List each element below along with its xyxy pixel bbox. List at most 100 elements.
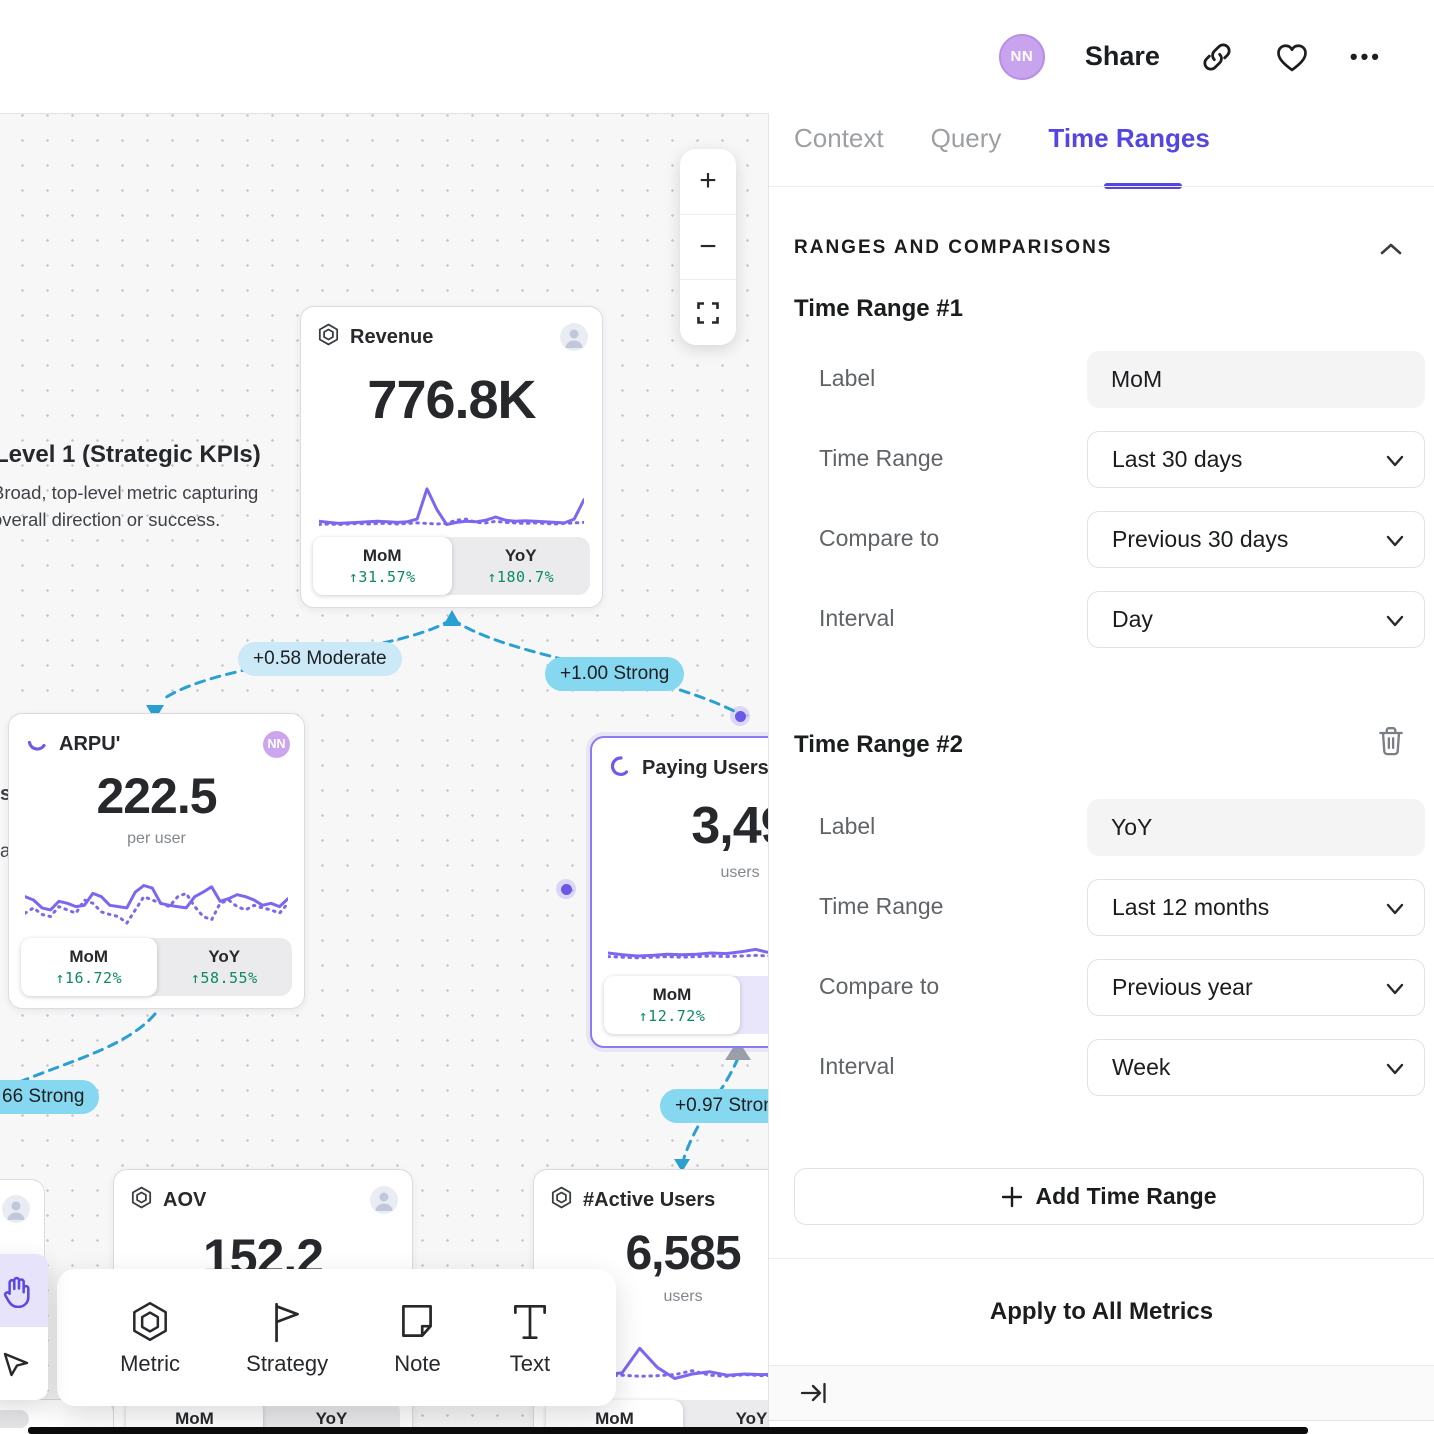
hand-icon xyxy=(0,1274,33,1308)
range-toggle: MoM ↑16.72% YoY ↑58.55% xyxy=(21,938,292,996)
metric-card-paying-users[interactable]: Paying Users' 3,49 users MoM ↑12.72% xyxy=(590,736,768,1048)
cursor-icon xyxy=(0,1348,32,1380)
correlation-badge[interactable]: +0.97 Strong xyxy=(660,1089,768,1123)
label-input[interactable]: YoY xyxy=(1087,799,1425,856)
level-note-title: Level 1 (Strategic KPIs) xyxy=(0,441,261,469)
correlation-badge[interactable]: +0.58 Moderate xyxy=(238,642,402,676)
connection-handle[interactable] xyxy=(730,706,750,726)
field-label: Compare to xyxy=(819,973,939,1000)
flag-icon xyxy=(264,1299,310,1345)
metric-unit: per user xyxy=(9,830,304,848)
metric-unit: users xyxy=(592,864,768,882)
insert-toolbar: Metric Strategy Note Text xyxy=(57,1269,616,1406)
tab-context[interactable]: Context xyxy=(794,123,884,154)
range-toggle: MoM ↑12.72% xyxy=(604,976,768,1034)
toggle-mom[interactable]: MoM ↑31.57% xyxy=(313,537,452,595)
interval-select[interactable]: Day xyxy=(1087,591,1425,648)
chevron-down-icon xyxy=(1386,894,1404,921)
metric-hexagon-icon xyxy=(130,1186,153,1214)
panel-tabs: Context Query Time Ranges xyxy=(794,123,1210,154)
user-avatar[interactable]: NN xyxy=(999,34,1045,80)
add-time-range-button[interactable]: Add Time Range xyxy=(794,1168,1424,1225)
chevron-down-icon xyxy=(1386,974,1404,1001)
compare-to-select[interactable]: Previous 30 days xyxy=(1087,511,1425,568)
toggle-yoy[interactable]: YoY ↑180.7% xyxy=(452,537,591,595)
collaborator-badge: NN xyxy=(263,731,290,758)
toggle-mom[interactable]: MoM ↑12.72% xyxy=(604,976,740,1034)
select-tool-button[interactable] xyxy=(0,1327,48,1400)
fit-view-button[interactable] xyxy=(680,279,736,345)
compare-to-select[interactable]: Previous year xyxy=(1087,959,1425,1016)
favorite-heart-icon[interactable] xyxy=(1274,40,1310,74)
field-label: Interval xyxy=(819,605,894,632)
toggle-yoy[interactable]: YoY ↑58.55% xyxy=(157,938,293,996)
delete-time-range-icon[interactable] xyxy=(1376,725,1406,762)
add-metric-tool[interactable]: Metric xyxy=(120,1299,180,1377)
sparkline-chart xyxy=(25,862,288,936)
time-range-select[interactable]: Last 12 months xyxy=(1087,879,1425,936)
share-button[interactable]: Share xyxy=(1085,41,1160,72)
metric-card-arpu[interactable]: ARPU' NN 222.5 per user MoM ↑16.72% YoY … xyxy=(8,713,305,1009)
correlation-badge[interactable]: 66 Strong xyxy=(0,1080,99,1114)
interval-select[interactable]: Week xyxy=(1087,1039,1425,1096)
collapse-section-icon[interactable] xyxy=(1378,239,1404,264)
tool-palette xyxy=(0,1254,48,1400)
field-label: Interval xyxy=(819,1053,894,1080)
settings-panel: Context Query Time Ranges RANGES AND COM… xyxy=(768,113,1434,1434)
collapse-panel-icon[interactable] xyxy=(799,1379,829,1407)
add-text-tool[interactable]: Text xyxy=(507,1299,553,1377)
window-bottom-bar xyxy=(28,1427,1308,1434)
card-title: #Active Users xyxy=(583,1189,715,1212)
more-options-icon[interactable]: ••• xyxy=(1350,44,1382,70)
card-title: ARPU' xyxy=(59,733,120,756)
sparkline-chart xyxy=(319,472,584,534)
metric-value: 222.5 xyxy=(9,767,304,825)
add-note-tool[interactable]: Note xyxy=(394,1299,440,1377)
metric-tree-canvas[interactable]: Level 1 (Strategic KPIs) Broad, top-leve… xyxy=(0,113,768,1434)
clipped-button-fragment xyxy=(0,1410,29,1428)
metric-value: 776.8K xyxy=(301,369,602,431)
metric-hexagon-icon xyxy=(317,323,340,351)
field-label: Compare to xyxy=(819,525,939,552)
field-label: Label xyxy=(819,813,875,840)
metric-arc-icon xyxy=(608,754,632,783)
field-label: Time Range xyxy=(819,893,943,920)
time-range-1-title: Time Range #1 xyxy=(794,295,963,323)
apply-all-metrics-button[interactable]: Apply to All Metrics xyxy=(769,1298,1434,1326)
metric-arc-icon xyxy=(25,730,49,759)
field-label: Label xyxy=(819,365,875,392)
card-title: Revenue xyxy=(350,326,433,349)
divider xyxy=(769,1258,1434,1259)
label-input[interactable]: MoM xyxy=(1087,351,1425,408)
panel-footer xyxy=(769,1365,1434,1421)
toggle-mom[interactable]: MoM ↑16.72% xyxy=(21,938,157,996)
zoom-in-button[interactable]: + xyxy=(680,149,736,214)
sparkline-chart xyxy=(608,900,768,968)
zoom-out-button[interactable]: − xyxy=(680,214,736,280)
time-range-select[interactable]: Last 30 days xyxy=(1087,431,1425,488)
plus-icon xyxy=(1001,1186,1023,1208)
chevron-down-icon xyxy=(1386,1054,1404,1081)
hand-tool-button[interactable] xyxy=(0,1254,48,1327)
canvas-zoom-controls: + − xyxy=(680,149,736,345)
correlation-badge[interactable]: +1.00 Strong xyxy=(545,657,684,691)
connection-handle[interactable] xyxy=(556,879,576,899)
chevron-down-icon xyxy=(1386,606,1404,633)
copy-link-icon[interactable] xyxy=(1200,40,1234,74)
metric-card-revenue[interactable]: Revenue 776.8K MoM ↑31.57% YoY ↑180.7% xyxy=(300,306,603,608)
tab-query[interactable]: Query xyxy=(931,123,1002,154)
tab-time-ranges[interactable]: Time Ranges xyxy=(1048,123,1209,154)
level-note-body: Broad, top-level metric capturing overal… xyxy=(0,480,258,534)
card-title: Paying Users' xyxy=(642,757,768,780)
card-title: AOV xyxy=(163,1189,206,1212)
section-header: RANGES AND COMPARISONS xyxy=(794,237,1112,259)
divider xyxy=(769,186,1434,187)
top-header: NN Share ••• xyxy=(0,0,1434,113)
text-icon xyxy=(507,1299,553,1345)
toggle-yoy[interactable] xyxy=(740,976,768,1034)
owner-avatar-icon xyxy=(2,1195,30,1223)
metric-hexagon-icon xyxy=(127,1299,173,1345)
metric-hexagon-icon xyxy=(550,1186,573,1214)
owner-avatar-icon xyxy=(370,1186,398,1214)
add-strategy-tool[interactable]: Strategy xyxy=(246,1299,328,1377)
